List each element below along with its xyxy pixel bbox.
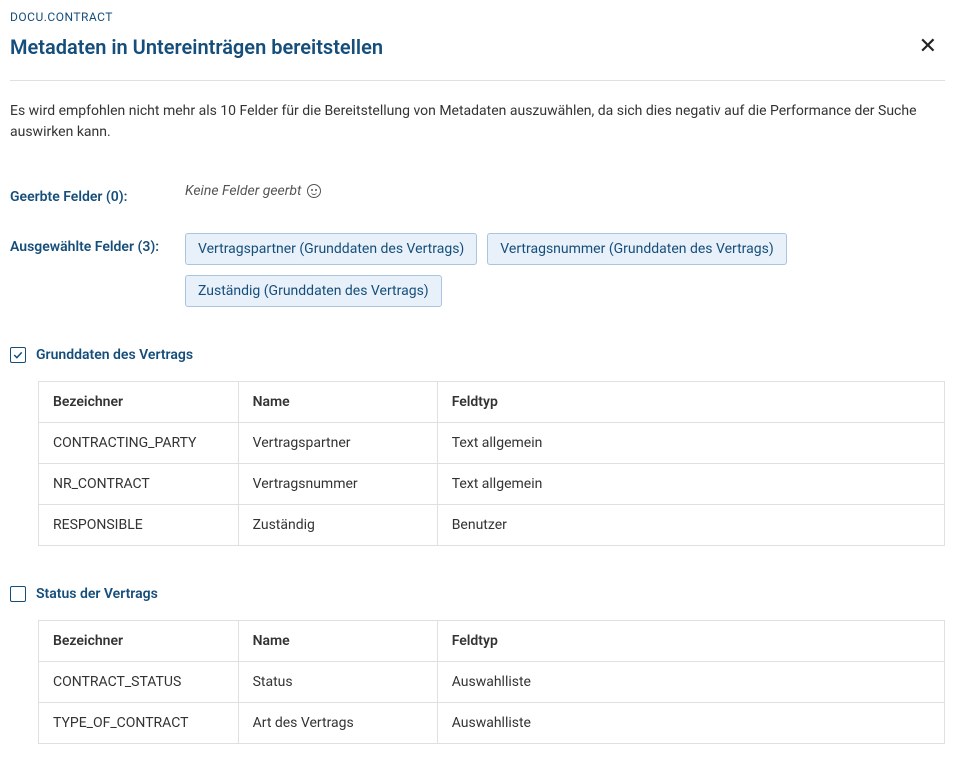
table-cell-id: TYPE_OF_CONTRACT xyxy=(39,703,238,744)
table-cell-name: Vertragsnummer xyxy=(238,464,437,505)
info-text: Es wird empfohlen nicht mehr als 10 Feld… xyxy=(10,101,945,143)
fields-table: BezeichnerNameFeldtypCONTRACT_STATUSStat… xyxy=(39,621,944,743)
table-cell-type: Benutzer xyxy=(437,505,944,546)
table-row[interactable]: TYPE_OF_CONTRACTArt des VertragsAuswahll… xyxy=(39,703,944,744)
table-cell-type: Auswahlliste xyxy=(437,662,944,703)
fields-table: BezeichnerNameFeldtypCONTRACTING_PARTYVe… xyxy=(39,382,944,545)
table-header-type: Feldtyp xyxy=(437,382,944,423)
section-checkbox[interactable] xyxy=(10,586,26,602)
table-header-id: Bezeichner xyxy=(39,382,238,423)
section-title: Grunddaten des Vertrags xyxy=(36,347,193,363)
table-header-type: Feldtyp xyxy=(437,621,944,662)
table-cell-type: Text allgemein xyxy=(437,423,944,464)
section-checkbox[interactable] xyxy=(10,347,26,363)
selected-field-chip[interactable]: Vertragspartner (Grunddaten des Vertrags… xyxy=(185,233,477,265)
table-row[interactable]: RESPONSIBLEZuständigBenutzer xyxy=(39,505,944,546)
field-section: Grunddaten des Vertrags BezeichnerNameFel… xyxy=(10,347,945,546)
breadcrumb: DOCU.CONTRACT xyxy=(10,10,945,24)
table-cell-id: CONTRACT_STATUS xyxy=(39,662,238,703)
close-button[interactable]: ✕ xyxy=(911,32,945,62)
selected-fields-label: Ausgewählte Felder (3): xyxy=(10,233,185,255)
selected-field-chip[interactable]: Vertragsnummer (Grunddaten des Vertrags) xyxy=(487,233,786,265)
table-header-name: Name xyxy=(238,382,437,423)
table-row[interactable]: CONTRACT_STATUSStatusAuswahlliste xyxy=(39,662,944,703)
table-cell-id: RESPONSIBLE xyxy=(39,505,238,546)
inherited-fields-row: Geerbte Felder (0): Keine Felder geerbt xyxy=(10,183,945,205)
table-cell-name: Art des Vertrags xyxy=(238,703,437,744)
table-cell-name: Status xyxy=(238,662,437,703)
section-title: Status der Vertrags xyxy=(36,586,158,602)
inherited-fields-empty-text: Keine Felder geerbt xyxy=(185,183,301,199)
selected-field-chip[interactable]: Zuständig (Grunddaten des Vertrags) xyxy=(185,275,442,307)
field-section: Status der Vertrags BezeichnerNameFeldtyp… xyxy=(10,586,945,744)
page-title: Metadaten in Untereinträgen bereitstelle… xyxy=(10,35,383,59)
selected-fields-row: Ausgewählte Felder (3): Vertragspartner … xyxy=(10,233,945,307)
table-header-name: Name xyxy=(238,621,437,662)
table-cell-type: Auswahlliste xyxy=(437,703,944,744)
table-cell-name: Vertragspartner xyxy=(238,423,437,464)
check-icon xyxy=(12,349,24,361)
table-row[interactable]: CONTRACTING_PARTYVertragspartnerText all… xyxy=(39,423,944,464)
table-row[interactable]: NR_CONTRACTVertragsnummerText allgemein xyxy=(39,464,944,505)
close-icon: ✕ xyxy=(919,34,937,59)
sad-face-icon xyxy=(307,184,321,198)
inherited-fields-label: Geerbte Felder (0): xyxy=(10,183,185,205)
table-cell-id: CONTRACTING_PARTY xyxy=(39,423,238,464)
table-header-id: Bezeichner xyxy=(39,621,238,662)
table-cell-name: Zuständig xyxy=(238,505,437,546)
table-cell-id: NR_CONTRACT xyxy=(39,464,238,505)
table-cell-type: Text allgemein xyxy=(437,464,944,505)
inherited-fields-empty: Keine Felder geerbt xyxy=(185,183,321,199)
